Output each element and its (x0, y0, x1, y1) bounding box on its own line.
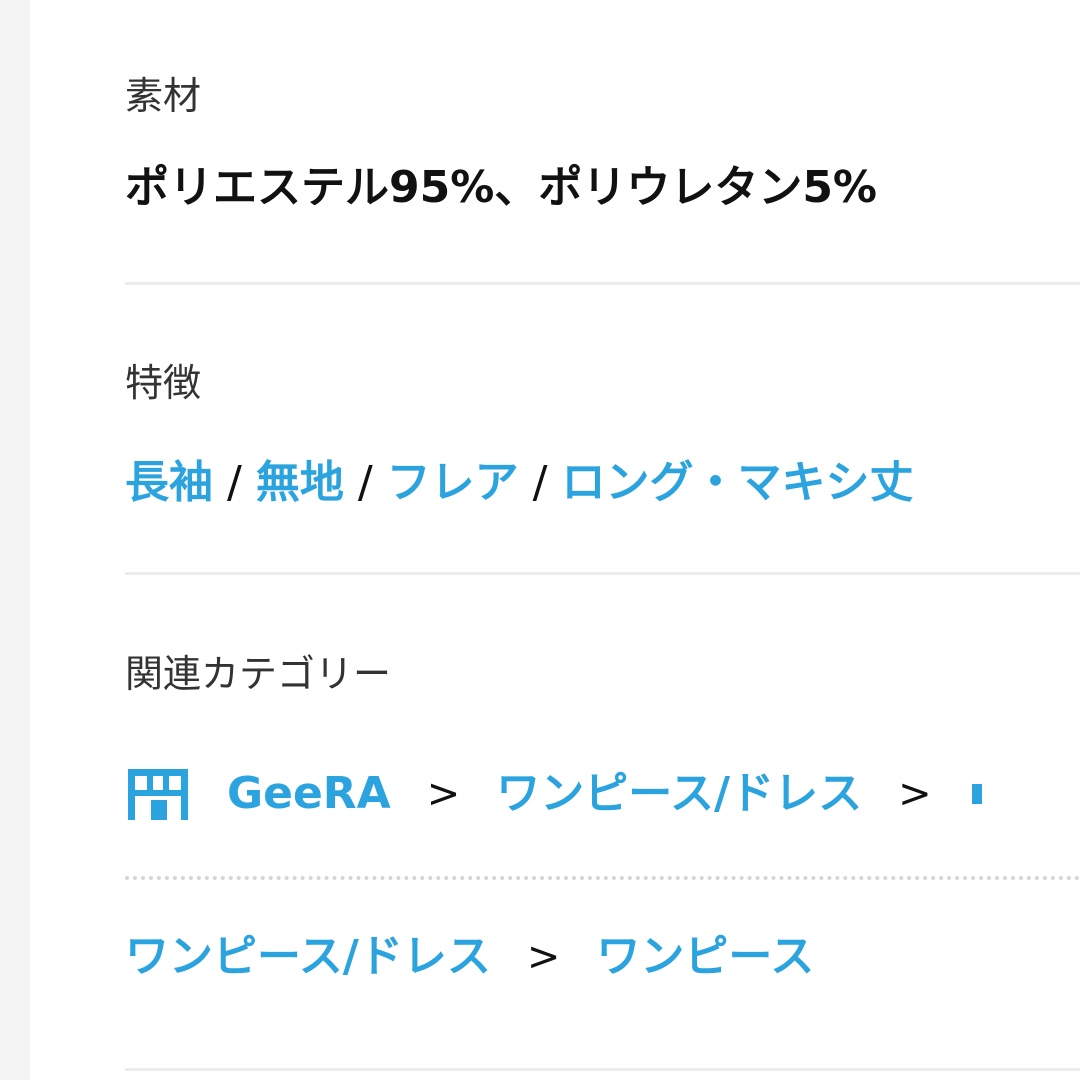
category-link-onepiece-dress[interactable]: ワンピース/ドレス (125, 935, 491, 979)
feature-separator: / (532, 457, 548, 508)
breadcrumb-separator: > (426, 771, 461, 817)
category-link-onepiece-dress[interactable]: ワンピース/ドレス (496, 772, 862, 816)
divider (125, 572, 1080, 575)
feature-separator: / (227, 457, 242, 508)
truncated-link-edge (971, 784, 982, 804)
category-breadcrumb-row: GeeRA > ワンピース/ドレス > (125, 766, 982, 822)
feature-link-flare[interactable]: フレア (387, 461, 519, 505)
category-breadcrumb-row: ワンピース/ドレス > ワンピース (125, 935, 814, 979)
related-categories-label: 関連カテゴリー (125, 652, 392, 696)
features-label: 特徴 (125, 361, 202, 405)
divider (125, 1068, 1080, 1071)
features-list: 長袖 / 無地 / フレア / ロング・マキシ丈 (125, 461, 913, 505)
shop-icon (128, 769, 188, 820)
item-detail-page: 素材 ポリエステル95%、ポリウレタン5% 特徴 長袖 / 無地 / フレア /… (0, 0, 1080, 1080)
divider (125, 282, 1080, 285)
breadcrumb-separator: > (898, 771, 932, 817)
feature-link-long-maxi[interactable]: ロング・マキシ丈 (561, 461, 913, 505)
breadcrumb-separator: > (526, 934, 561, 980)
dotted-divider (125, 876, 1080, 880)
feature-separator: / (357, 457, 373, 508)
feature-link-long-sleeve[interactable]: 長袖 (125, 461, 213, 505)
category-link-onepiece[interactable]: ワンピース (596, 935, 814, 979)
feature-link-plain[interactable]: 無地 (256, 461, 344, 505)
material-label: 素材 (125, 74, 202, 118)
left-gutter (0, 0, 30, 1080)
category-link-brand[interactable]: GeeRA (227, 772, 391, 816)
item-detail-section: 素材 ポリエステル95%、ポリウレタン5% 特徴 長袖 / 無地 / フレア /… (125, 0, 1080, 1080)
material-value: ポリエステル95%、ポリウレタン5% (125, 162, 878, 213)
